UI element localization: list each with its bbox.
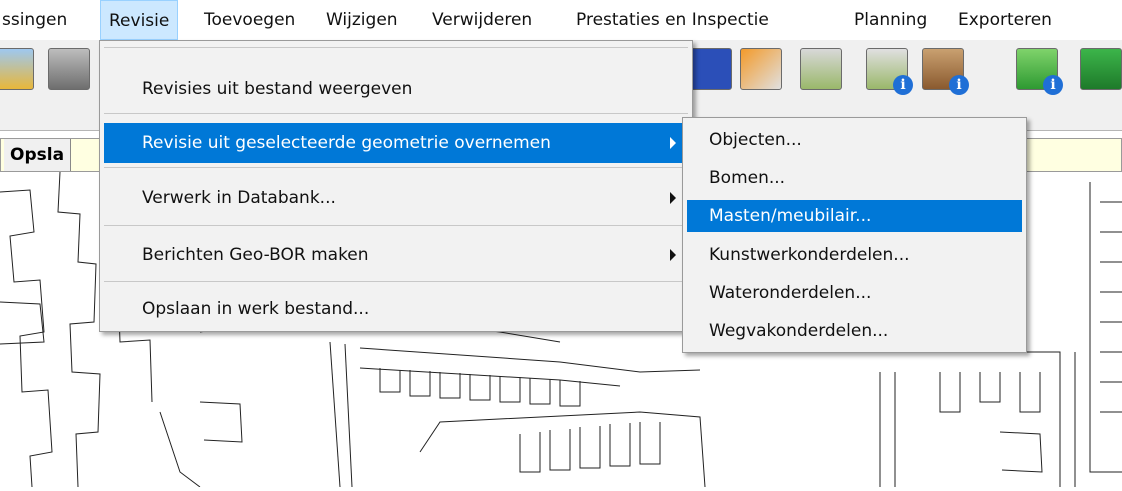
menu-item-label: Verwerk in Databank... bbox=[142, 188, 336, 208]
menu-item-verwerk-databank[interactable]: Verwerk in Databank... bbox=[104, 178, 688, 218]
menu-separator bbox=[104, 167, 688, 168]
menu-separator bbox=[104, 281, 688, 282]
submenu-item-wateronderdelen[interactable]: Wateronderdelen... bbox=[687, 277, 1022, 309]
menu-item-revisies-weergeven[interactable]: Revisies uit bestand weergeven bbox=[104, 69, 688, 109]
house-icon[interactable] bbox=[740, 48, 782, 90]
menu-item-opslaan-werkbestand[interactable]: Opslaan in werk bestand... bbox=[104, 289, 688, 329]
printer-icon[interactable] bbox=[0, 48, 34, 90]
info-icon: i bbox=[893, 75, 913, 95]
map-info-icon[interactable]: i bbox=[866, 48, 913, 95]
revisie-menu: Revisies uit bestand weergeven Revisie u… bbox=[99, 40, 693, 332]
submenu-arrow-icon bbox=[670, 137, 676, 149]
menu-bar-item-prestaties[interactable]: Prestaties en Inspectie bbox=[568, 0, 777, 40]
menu-bar-item-revisie[interactable]: Revisie bbox=[100, 0, 179, 40]
menu-separator bbox=[104, 225, 688, 226]
menu-bar-item-verwijderen[interactable]: Verwijderen bbox=[424, 0, 540, 40]
menu-item-label: Revisie uit geselecteerde geometrie over… bbox=[142, 133, 551, 153]
submenu-arrow-icon bbox=[670, 249, 676, 261]
geometrie-submenu: Objecten... Bomen... Masten/meubilair...… bbox=[682, 117, 1027, 353]
map-view-icon[interactable] bbox=[800, 48, 842, 90]
submenu-item-wegvakonderdelen[interactable]: Wegvakonderdelen... bbox=[687, 315, 1022, 347]
menu-item-label: Berichten Geo-BOR maken bbox=[142, 245, 369, 265]
info-icon: i bbox=[949, 75, 969, 95]
plotter-icon[interactable] bbox=[48, 48, 90, 90]
tree-info-icon[interactable]: i bbox=[1016, 48, 1063, 95]
tools-info-icon[interactable]: i bbox=[922, 48, 969, 95]
menu-bar: ssingen Revisie Toevoegen Wijzigen Verwi… bbox=[0, 0, 1122, 40]
menu-separator bbox=[104, 113, 688, 114]
image-icon[interactable] bbox=[690, 48, 732, 90]
menu-bar-item-toevoegen[interactable]: Toevoegen bbox=[196, 0, 303, 40]
menu-item-revisie-overnemen[interactable]: Revisie uit geselecteerde geometrie over… bbox=[104, 123, 688, 163]
info-icon: i bbox=[1043, 75, 1063, 95]
submenu-item-bomen[interactable]: Bomen... bbox=[687, 162, 1022, 194]
menu-item-berichten-geo-bor[interactable]: Berichten Geo-BOR maken bbox=[104, 235, 688, 275]
status-label: Opsla bbox=[4, 139, 72, 171]
forest-icon[interactable] bbox=[1080, 48, 1122, 90]
submenu-item-objecten[interactable]: Objecten... bbox=[687, 124, 1022, 156]
submenu-item-masten-meubilair[interactable]: Masten/meubilair... bbox=[687, 200, 1022, 232]
menu-bar-item-wijzigen[interactable]: Wijzigen bbox=[318, 0, 406, 40]
menu-separator bbox=[104, 47, 688, 48]
submenu-item-kunstwerkonderdelen[interactable]: Kunstwerkonderdelen... bbox=[687, 239, 1022, 271]
menu-bar-item-planning[interactable]: Planning bbox=[846, 0, 935, 40]
menu-bar-item-exporteren[interactable]: Exporteren bbox=[950, 0, 1060, 40]
menu-bar-item-metingen[interactable]: ssingen bbox=[0, 0, 75, 40]
submenu-arrow-icon bbox=[670, 192, 676, 204]
